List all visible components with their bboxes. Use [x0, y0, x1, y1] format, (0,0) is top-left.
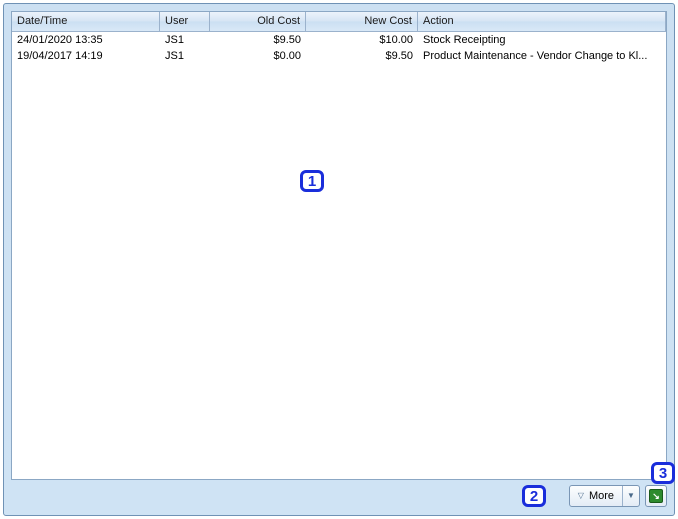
cell-newcost: $10.00 [306, 32, 418, 48]
grid-body[interactable]: 24/01/2020 13:35 JS1 $9.50 $10.00 Stock … [12, 32, 666, 64]
table-row[interactable]: 24/01/2020 13:35 JS1 $9.50 $10.00 Stock … [12, 32, 666, 48]
excel-icon: ↘ [649, 489, 663, 503]
annotation-marker-3: 3 [651, 462, 675, 484]
cell-datetime: 24/01/2020 13:35 [12, 32, 160, 48]
annotation-marker-2: 2 [522, 485, 546, 507]
cell-newcost: $9.50 [306, 48, 418, 64]
chevron-down-icon: ▽ [578, 492, 584, 500]
cell-datetime: 19/04/2017 14:19 [12, 48, 160, 64]
grid-header: Date/Time User Old Cost New Cost Action [12, 12, 666, 32]
grid-panel: Date/Time User Old Cost New Cost Action … [11, 11, 667, 480]
bottom-toolbar: ▽ More ▼ ↘ [11, 484, 667, 508]
annotation-marker-1: 1 [300, 170, 324, 192]
table-row[interactable]: 19/04/2017 14:19 JS1 $0.00 $9.50 Product… [12, 48, 666, 64]
export-excel-button[interactable]: ↘ [645, 485, 667, 507]
cell-user: JS1 [160, 48, 210, 64]
cell-oldcost: $9.50 [210, 32, 306, 48]
more-dropdown-toggle[interactable]: ▼ [623, 486, 639, 506]
col-header-datetime[interactable]: Date/Time [12, 12, 160, 31]
col-header-action[interactable]: Action [418, 12, 666, 31]
more-button[interactable]: ▽ More ▼ [569, 485, 640, 507]
cell-user: JS1 [160, 32, 210, 48]
col-header-user[interactable]: User [160, 12, 210, 31]
window-frame: Date/Time User Old Cost New Cost Action … [3, 3, 675, 516]
more-label: More [589, 490, 614, 502]
more-button-main[interactable]: ▽ More [570, 486, 623, 506]
col-header-newcost[interactable]: New Cost [306, 12, 418, 31]
caret-down-icon: ▼ [627, 492, 635, 500]
cell-action: Stock Receipting [418, 32, 666, 48]
col-header-oldcost[interactable]: Old Cost [210, 12, 306, 31]
cell-action: Product Maintenance - Vendor Change to K… [418, 48, 666, 64]
cell-oldcost: $0.00 [210, 48, 306, 64]
